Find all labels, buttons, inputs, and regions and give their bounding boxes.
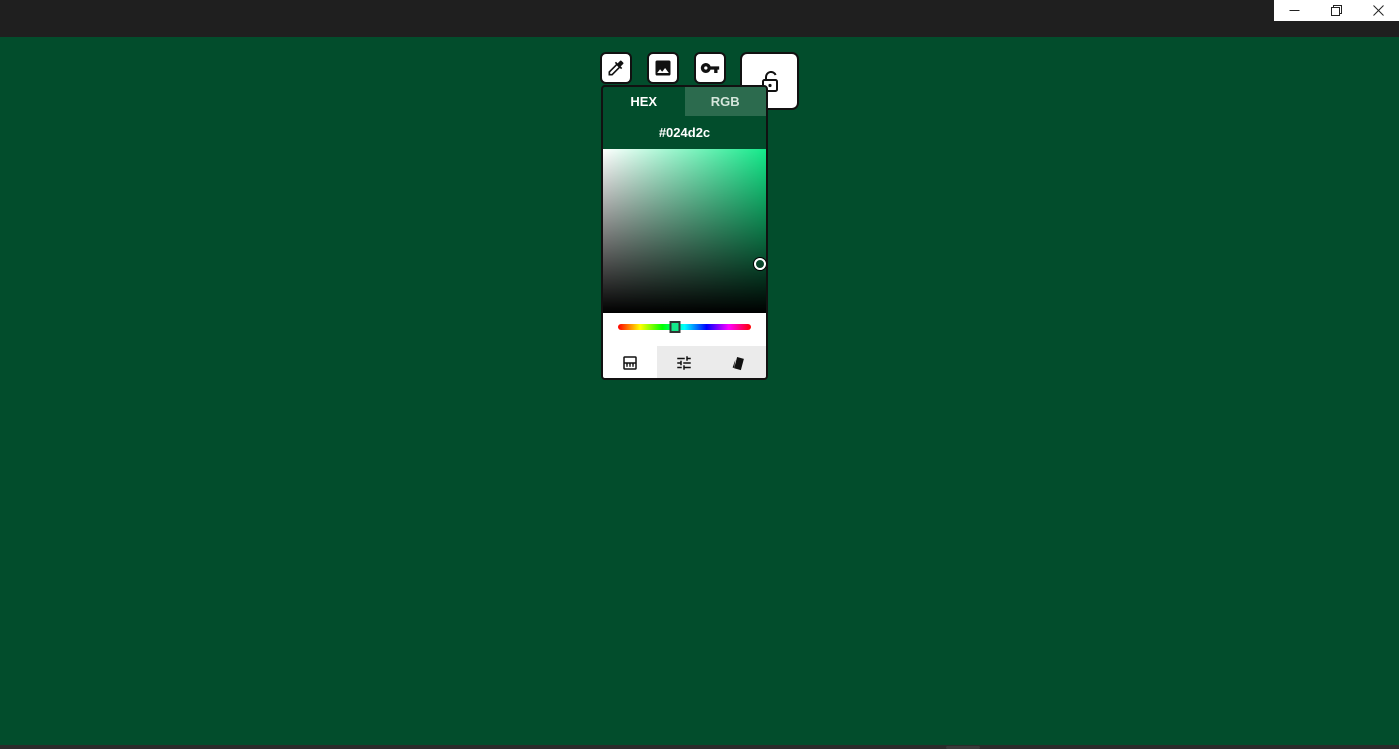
minimize-icon	[1289, 10, 1300, 11]
close-button[interactable]	[1357, 0, 1399, 21]
key-button[interactable]	[694, 52, 726, 84]
hue-slider[interactable]	[618, 324, 751, 330]
saturation-brightness-area[interactable]	[603, 149, 766, 313]
sv-cursor[interactable]	[754, 257, 766, 270]
swatches-button[interactable]	[711, 346, 766, 378]
title-bar	[0, 0, 1399, 37]
close-icon	[1372, 5, 1384, 16]
eyedropper-button[interactable]	[600, 52, 632, 84]
bottom-edge	[0, 745, 1399, 749]
color-picker-panel: HEX RGB #024d2c	[601, 85, 768, 380]
window-controls	[1274, 0, 1399, 21]
key-icon	[700, 63, 720, 73]
gradient-icon	[623, 356, 637, 370]
eyedropper-icon	[608, 60, 624, 76]
tab-rgb[interactable]: RGB	[684, 87, 766, 116]
restore-icon	[1331, 5, 1342, 16]
hue-slider-area	[603, 313, 766, 346]
format-tabs: HEX RGB	[603, 87, 766, 116]
minimize-button[interactable]	[1274, 0, 1316, 21]
tab-hex[interactable]: HEX	[603, 87, 685, 116]
hue-slider-thumb[interactable]	[669, 321, 681, 333]
swatches-icon	[732, 357, 744, 371]
sliders-icon	[677, 356, 692, 370]
image-button[interactable]	[647, 52, 679, 84]
gradient-picker-button[interactable]	[603, 346, 658, 378]
hex-value-field[interactable]: #024d2c	[603, 116, 766, 149]
sliders-button[interactable]	[657, 346, 712, 378]
restore-button[interactable]	[1316, 0, 1358, 21]
picker-mode-bar	[603, 346, 766, 378]
image-icon	[655, 60, 671, 76]
